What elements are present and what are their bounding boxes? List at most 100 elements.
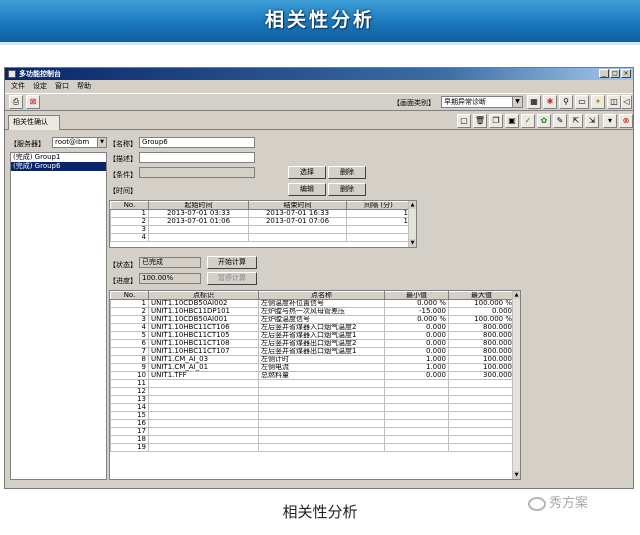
table-row[interactable]: 6 UNIT1.10HBC11CT108 左后竖井省煤器出口烟气温度2 0.000 80… bbox=[110, 339, 515, 348]
table-cell: UNIT1.CM_AI_01 bbox=[148, 363, 259, 372]
table-row[interactable]: 11 bbox=[110, 379, 515, 388]
table-cell: 2013-07-01 03:33 bbox=[148, 209, 249, 218]
progress-field: 100.00% bbox=[139, 273, 201, 284]
delete-condition-button[interactable]: 删除 bbox=[328, 166, 366, 179]
table-cell bbox=[258, 411, 385, 420]
table-row[interactable]: 8 UNIT1.CM_AI_03 左侧计时 1.000 100.000 bbox=[110, 355, 515, 364]
search-icon[interactable]: ⚲ bbox=[559, 95, 573, 109]
table-row[interactable]: 18 bbox=[110, 435, 515, 444]
table-row[interactable]: 16 bbox=[110, 419, 515, 428]
table-cell: 800.000 bbox=[448, 347, 515, 356]
list-item[interactable]: (完成) Group6 bbox=[11, 162, 106, 171]
stop-icon[interactable]: ⊠ bbox=[26, 95, 40, 109]
table-cell: 左后竖井省煤器入口烟气温度2 bbox=[258, 323, 385, 332]
chevron-up-icon[interactable]: ▲ bbox=[409, 201, 416, 209]
alarm-icon[interactable]: ✱ bbox=[543, 95, 557, 109]
list-item[interactable]: (完成) Group1 bbox=[11, 153, 106, 162]
table-row[interactable]: 2 UNIT1.10HBC11DP101 左炉膛与热一次风母管差压 -15.000 0.… bbox=[110, 307, 515, 316]
close-icon[interactable]: ⊗ bbox=[619, 114, 633, 128]
close-window-button[interactable]: × bbox=[621, 69, 631, 78]
chevron-down-icon[interactable]: ▼ bbox=[512, 97, 522, 107]
copy-icon[interactable]: ❐ bbox=[489, 114, 503, 128]
column-header[interactable]: No. bbox=[110, 201, 149, 210]
tab-correlation[interactable]: 相关性确认 bbox=[8, 115, 60, 130]
table-row[interactable]: 17 bbox=[110, 427, 515, 436]
table-row[interactable]: 1 UNIT1.10CDB50AI002 左侧温度补位置信号 0.000 % 100.0… bbox=[110, 299, 515, 308]
start-calc-button[interactable]: 开始计算 bbox=[207, 256, 257, 269]
stop-calc-button[interactable]: 暂停计算 bbox=[207, 272, 257, 285]
minimize-button[interactable]: _ bbox=[599, 69, 609, 78]
menu-window[interactable]: 窗口 bbox=[55, 81, 69, 92]
table-cell: 9 bbox=[110, 363, 149, 372]
server-select[interactable]: root@ibm ▼ bbox=[52, 137, 107, 148]
grid-icon[interactable]: ▦ bbox=[527, 95, 541, 109]
maximize-button[interactable]: □ bbox=[610, 69, 620, 78]
table-row[interactable]: 5 UNIT1.10HBC11CT105 左后竖井省煤器入口烟气温度1 0.000 80… bbox=[110, 331, 515, 340]
table-row[interactable]: 15 bbox=[110, 411, 515, 420]
title-bar[interactable]: 多功能控制台 _ □ × bbox=[5, 68, 633, 80]
table-row[interactable]: 4 bbox=[110, 233, 411, 242]
category-value: 早期异常诊断 bbox=[444, 98, 486, 106]
table-row[interactable]: 3 bbox=[110, 225, 411, 234]
table-row[interactable]: 9 UNIT1.CM_AI_01 左侧电流 1.000 100.000 bbox=[110, 363, 515, 372]
column-header[interactable]: 最大值 bbox=[448, 291, 515, 300]
menu-help[interactable]: 帮助 bbox=[77, 81, 91, 92]
table-cell bbox=[448, 419, 515, 428]
table-row[interactable]: 14 bbox=[110, 403, 515, 412]
table-row[interactable]: 13 bbox=[110, 395, 515, 404]
table-row[interactable]: 1 2013-07-01 03:33 2013-07-01 16:33 1 bbox=[110, 209, 411, 218]
import-icon[interactable]: ⇲ bbox=[585, 114, 599, 128]
column-header[interactable]: 点标识 bbox=[148, 291, 259, 300]
table-cell bbox=[448, 395, 515, 404]
table-cell: 18 bbox=[110, 435, 149, 444]
table-cell: 1.000 bbox=[384, 355, 449, 364]
chevron-up-icon[interactable]: ▲ bbox=[513, 291, 520, 299]
table-row[interactable]: 12 bbox=[110, 387, 515, 396]
bulb-icon[interactable]: ✦ bbox=[591, 95, 605, 109]
menu-file[interactable]: 文件 bbox=[11, 81, 25, 92]
time-table-scrollbar[interactable]: ▲ ▼ bbox=[408, 201, 416, 247]
monitor-icon[interactable]: ▭ bbox=[575, 95, 589, 109]
window-icon[interactable]: ◫ bbox=[607, 95, 621, 109]
column-header[interactable]: 结束时间 bbox=[248, 201, 347, 210]
export-icon[interactable]: ⇱ bbox=[569, 114, 583, 128]
desc-field[interactable] bbox=[139, 152, 255, 163]
table-cell: 左侧温度补位置信号 bbox=[258, 299, 385, 308]
table-cell bbox=[448, 379, 515, 388]
table-row[interactable]: 19 bbox=[110, 443, 515, 452]
column-header[interactable]: 点名称 bbox=[258, 291, 385, 300]
table-row[interactable]: 10 UNIT1.TFF 总燃料量 0.000 300.000 bbox=[110, 371, 515, 380]
table-cell: -15.000 bbox=[384, 307, 449, 316]
chevron-down-icon[interactable]: ▼ bbox=[97, 138, 106, 147]
table-row[interactable]: 3 UNIT1.10CDB50AI001 左炉膛温度信号 0.000 % 100.000… bbox=[110, 315, 515, 324]
chevron-down-icon[interactable]: ▼ bbox=[513, 471, 520, 479]
table-cell: 100.000 % bbox=[448, 315, 515, 324]
condition-field[interactable] bbox=[139, 167, 255, 178]
column-header[interactable]: No. bbox=[110, 291, 149, 300]
mute-icon[interactable]: ◁ bbox=[621, 95, 632, 109]
column-header[interactable]: 起始时间 bbox=[148, 201, 249, 210]
select-button[interactable]: 选择 bbox=[288, 166, 326, 179]
name-field[interactable]: Group6 bbox=[139, 137, 255, 148]
print-icon[interactable]: ⎙ bbox=[9, 95, 23, 109]
category-select[interactable]: 早期异常诊断 ▼ bbox=[441, 96, 523, 108]
table-row[interactable]: 4 UNIT1.10HBC11CT106 左后竖井省煤器入口烟气温度2 0.000 80… bbox=[110, 323, 515, 332]
chevron-down-icon[interactable]: ▼ bbox=[409, 239, 416, 247]
new-icon[interactable]: ▢ bbox=[457, 114, 471, 128]
edit-icon[interactable]: ✎ bbox=[553, 114, 567, 128]
point-table-scrollbar[interactable]: ▲ ▼ bbox=[512, 291, 520, 479]
settings-icon[interactable]: ✿ bbox=[537, 114, 551, 128]
table-cell: 左侧计时 bbox=[258, 355, 385, 364]
table-row[interactable]: 2 2013-07-01 01:06 2013-07-01 07:06 1 bbox=[110, 217, 411, 226]
check-icon[interactable]: ✓ bbox=[521, 114, 535, 128]
menu-settings[interactable]: 设定 bbox=[33, 81, 47, 92]
table-cell bbox=[448, 427, 515, 436]
table-row[interactable]: 7 UNIT1.10HBC11CT107 左后竖井省煤器出口烟气温度1 0.000 80… bbox=[110, 347, 515, 356]
edit-button[interactable]: 编辑 bbox=[288, 183, 326, 196]
column-header[interactable]: 最小值 bbox=[384, 291, 449, 300]
delete-time-button[interactable]: 删除 bbox=[328, 183, 366, 196]
delete-icon[interactable]: 🗑 bbox=[473, 114, 487, 128]
column-header[interactable]: 间隔 (分) bbox=[346, 201, 411, 210]
dropdown-icon[interactable]: ▾ bbox=[603, 114, 617, 128]
save-icon[interactable]: ▣ bbox=[505, 114, 519, 128]
